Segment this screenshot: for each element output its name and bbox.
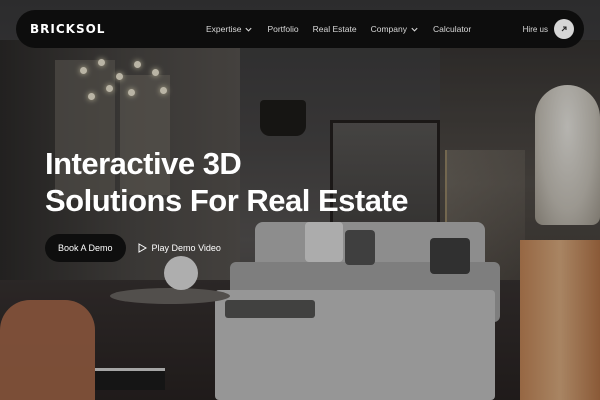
- brand-logo[interactable]: BRICKSOL: [30, 22, 180, 36]
- nav-item-label: Real Estate: [312, 24, 357, 34]
- nav-item-real-estate[interactable]: Real Estate: [313, 24, 357, 34]
- cta-row: Book A Demo Play Demo Video: [45, 234, 221, 262]
- hero-headline: Interactive 3D Solutions For Real Estate: [45, 145, 409, 219]
- nav-item-label: Portfolio: [267, 24, 299, 34]
- headline-line-2: Solutions For Real Estate: [45, 183, 409, 218]
- hire-us-link[interactable]: Hire us: [523, 25, 548, 34]
- arrow-up-right-icon: [561, 26, 567, 32]
- nav-item-calculator[interactable]: Calculator: [433, 24, 471, 34]
- nav-item-label: Calculator: [432, 24, 472, 34]
- chevron-down-icon: [411, 27, 418, 32]
- headline-line-1: Interactive 3D: [45, 146, 242, 181]
- play-demo-video-link[interactable]: Play Demo Video: [138, 243, 221, 253]
- nav-item-label: Expertise: [206, 24, 242, 34]
- chevron-down-icon: [245, 27, 253, 32]
- nav-item-expertise[interactable]: Expertise: [206, 24, 253, 34]
- nav-item-company[interactable]: Company: [371, 24, 419, 34]
- nav-menu: Expertise Portfolio Real Estate Company …: [206, 24, 471, 34]
- navbar: BRICKSOL Expertise Portfolio Real Estate…: [16, 10, 584, 48]
- nav-item-portfolio[interactable]: Portfolio: [267, 24, 298, 34]
- play-demo-label: Play Demo Video: [151, 243, 221, 253]
- book-demo-button[interactable]: Book A Demo: [45, 234, 126, 262]
- play-icon: [138, 243, 147, 253]
- nav-item-label: Company: [370, 24, 407, 34]
- hire-us-button[interactable]: [554, 19, 574, 39]
